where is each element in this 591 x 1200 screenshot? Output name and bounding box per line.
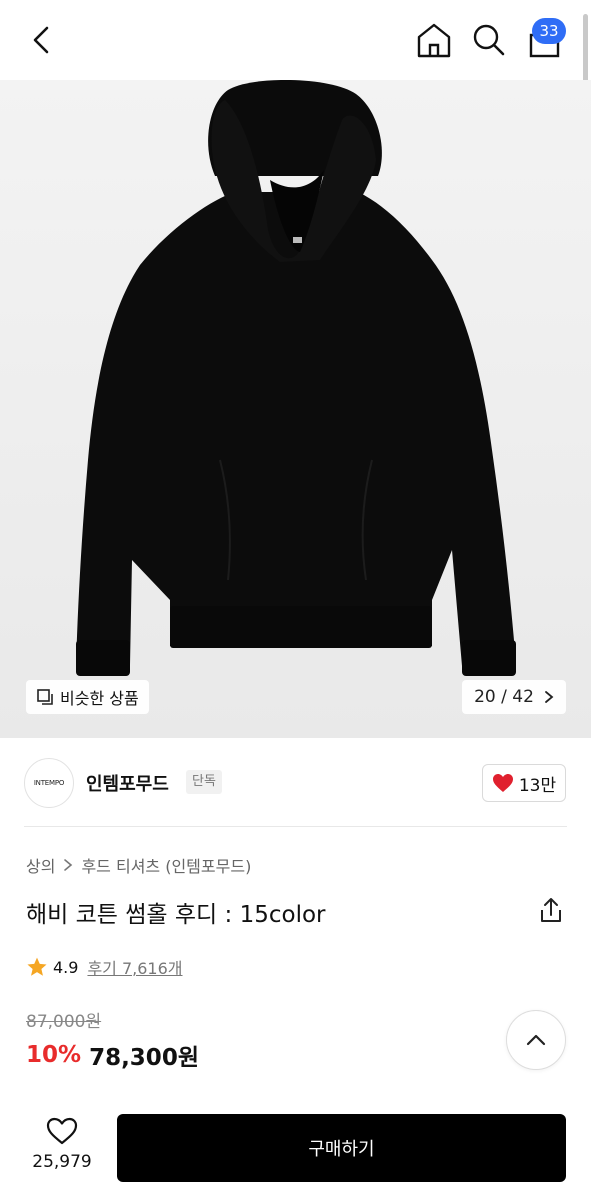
home-button[interactable] — [414, 20, 454, 60]
product-image-gallery[interactable]: 비슷한 상품 20 / 42 — [0, 80, 591, 738]
chevron-right-icon — [64, 859, 73, 871]
heart-outline-icon — [46, 1117, 78, 1145]
share-icon — [541, 898, 561, 922]
buy-button[interactable]: 구매하기 — [117, 1114, 566, 1182]
scroll-top-button[interactable] — [506, 1010, 566, 1070]
share-button[interactable] — [536, 896, 566, 926]
sale-price-row: 10% 78,300원 — [26, 1038, 199, 1072]
star-icon — [27, 957, 47, 976]
brand-name[interactable]: 인템포무드 — [86, 770, 169, 796]
rating-row: 4.9 후기 7,616개 — [26, 955, 183, 979]
similar-products-button[interactable]: 비슷한 상품 — [26, 680, 149, 714]
discount-rate: 10% — [26, 1042, 82, 1068]
brand-row: INTEMPO 인템포무드 단독 13만 — [0, 738, 591, 828]
brand-like-count: 13만 — [518, 775, 557, 796]
breadcrumb-item[interactable]: 상의 — [26, 853, 55, 877]
similar-products-label: 비슷한 상품 — [60, 689, 139, 708]
search-button[interactable] — [468, 20, 508, 60]
exclusive-badge: 단독 — [186, 770, 222, 794]
image-counter-button[interactable]: 20 / 42 — [462, 680, 566, 714]
top-bar: 33 — [0, 0, 591, 80]
rating-value: 4.9 — [53, 957, 79, 977]
chevron-right-icon — [545, 691, 554, 703]
breadcrumb-item[interactable]: 후드 티셔츠 (인템포무드) — [81, 853, 251, 877]
back-button[interactable] — [22, 20, 62, 60]
product-title: 해비 코튼 썸홀 후디 : 15color — [26, 902, 326, 928]
hoodie-image — [76, 80, 516, 676]
brand-like-button[interactable]: 13만 — [482, 764, 566, 802]
heart-filled-icon — [492, 774, 513, 792]
search-icon — [473, 24, 505, 56]
home-icon — [417, 23, 451, 58]
breadcrumb: 상의 후드 티셔츠 (인템포무드) — [26, 853, 251, 877]
image-counter-text: 20 / 42 — [474, 687, 534, 707]
divider — [24, 826, 567, 827]
wishlist-count: 25,979 — [32, 1152, 92, 1172]
original-price: 87,000원 — [26, 1012, 102, 1032]
brand-logo[interactable]: INTEMPO — [24, 758, 74, 808]
wishlist-button[interactable]: 25,979 — [22, 1116, 102, 1182]
chevron-left-icon — [33, 26, 49, 54]
similar-items-icon — [37, 689, 53, 705]
review-count-link[interactable]: 후기 7,616개 — [87, 955, 182, 979]
chevron-up-icon — [526, 1034, 546, 1046]
sale-price: 78,300원 — [89, 1045, 199, 1071]
cart-count-badge: 33 — [532, 18, 566, 44]
